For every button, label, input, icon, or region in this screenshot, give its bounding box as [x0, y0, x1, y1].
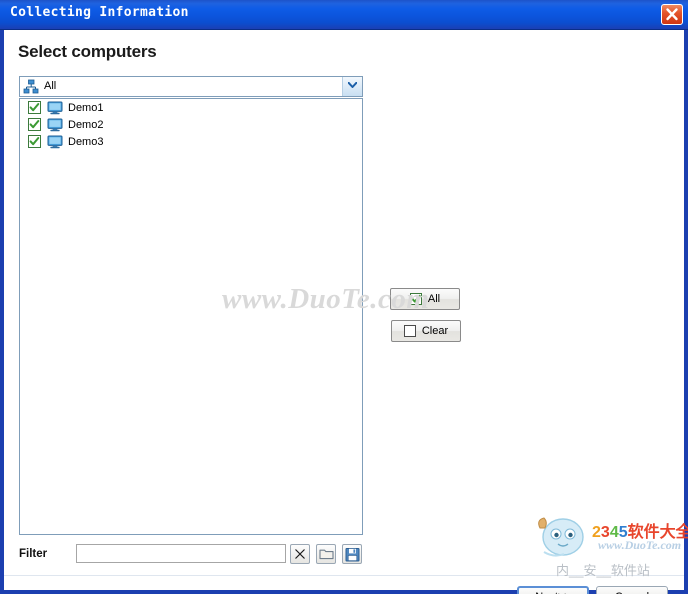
clear-filter-button[interactable]: [290, 544, 310, 564]
monitor-icon: [47, 118, 63, 132]
computer-list[interactable]: Demo1 Demo2 Demo3: [19, 98, 363, 535]
computer-checkbox[interactable]: [28, 118, 41, 131]
list-item[interactable]: Demo2: [20, 116, 362, 133]
close-icon: [666, 8, 678, 21]
open-filter-button[interactable]: [316, 544, 336, 564]
monitor-icon: [47, 101, 63, 115]
list-item[interactable]: Demo1: [20, 99, 362, 116]
scope-dropdown-arrow-button[interactable]: [342, 77, 362, 96]
footer-separator: [4, 575, 684, 576]
network-sitemap-icon: [23, 79, 39, 94]
folder-icon: [318, 549, 334, 560]
computer-name-label: Demo3: [68, 135, 104, 148]
list-item[interactable]: Demo3: [20, 133, 362, 150]
checkmark-icon: [29, 120, 40, 129]
client-area: Select computers All Demo1 Demo2 Demo3 A…: [4, 30, 684, 594]
monitor-icon: [47, 135, 63, 149]
scope-dropdown[interactable]: All: [19, 76, 363, 97]
save-filter-button[interactable]: [342, 544, 362, 564]
close-button[interactable]: [661, 4, 683, 25]
clear-selection-button[interactable]: Clear: [391, 320, 461, 342]
computer-list-rows: Demo1 Demo2 Demo3: [20, 99, 362, 150]
page-title: Select computers: [18, 42, 157, 61]
title-bar: Collecting Information: [0, 0, 688, 30]
checkmark-icon: [411, 294, 421, 303]
filter-input[interactable]: [76, 544, 286, 563]
x-icon: [295, 549, 305, 559]
scope-selected-value: All: [44, 80, 57, 92]
checkmark-icon: [29, 103, 40, 112]
next-button[interactable]: Next>>: [517, 586, 589, 594]
window-title: Collecting Information: [10, 5, 189, 20]
select-all-button[interactable]: All: [390, 288, 460, 310]
clear-button-label: Clear: [421, 325, 449, 337]
floppy-save-icon: [345, 548, 359, 562]
computer-name-label: Demo2: [68, 118, 104, 131]
computer-name-label: Demo1: [68, 101, 104, 114]
computer-checkbox[interactable]: [28, 101, 41, 114]
select-all-button-label: All: [427, 293, 441, 305]
checkmark-icon: [29, 137, 40, 146]
computer-checkbox[interactable]: [28, 135, 41, 148]
cancel-button[interactable]: Cancel: [596, 586, 668, 594]
clear-checkbox-icon: [403, 325, 416, 337]
application-window: Collecting Information Select computers …: [0, 0, 688, 594]
chevron-down-icon: [348, 82, 357, 88]
filter-label: Filter: [19, 548, 48, 560]
select-all-checkbox-icon: [409, 293, 422, 305]
